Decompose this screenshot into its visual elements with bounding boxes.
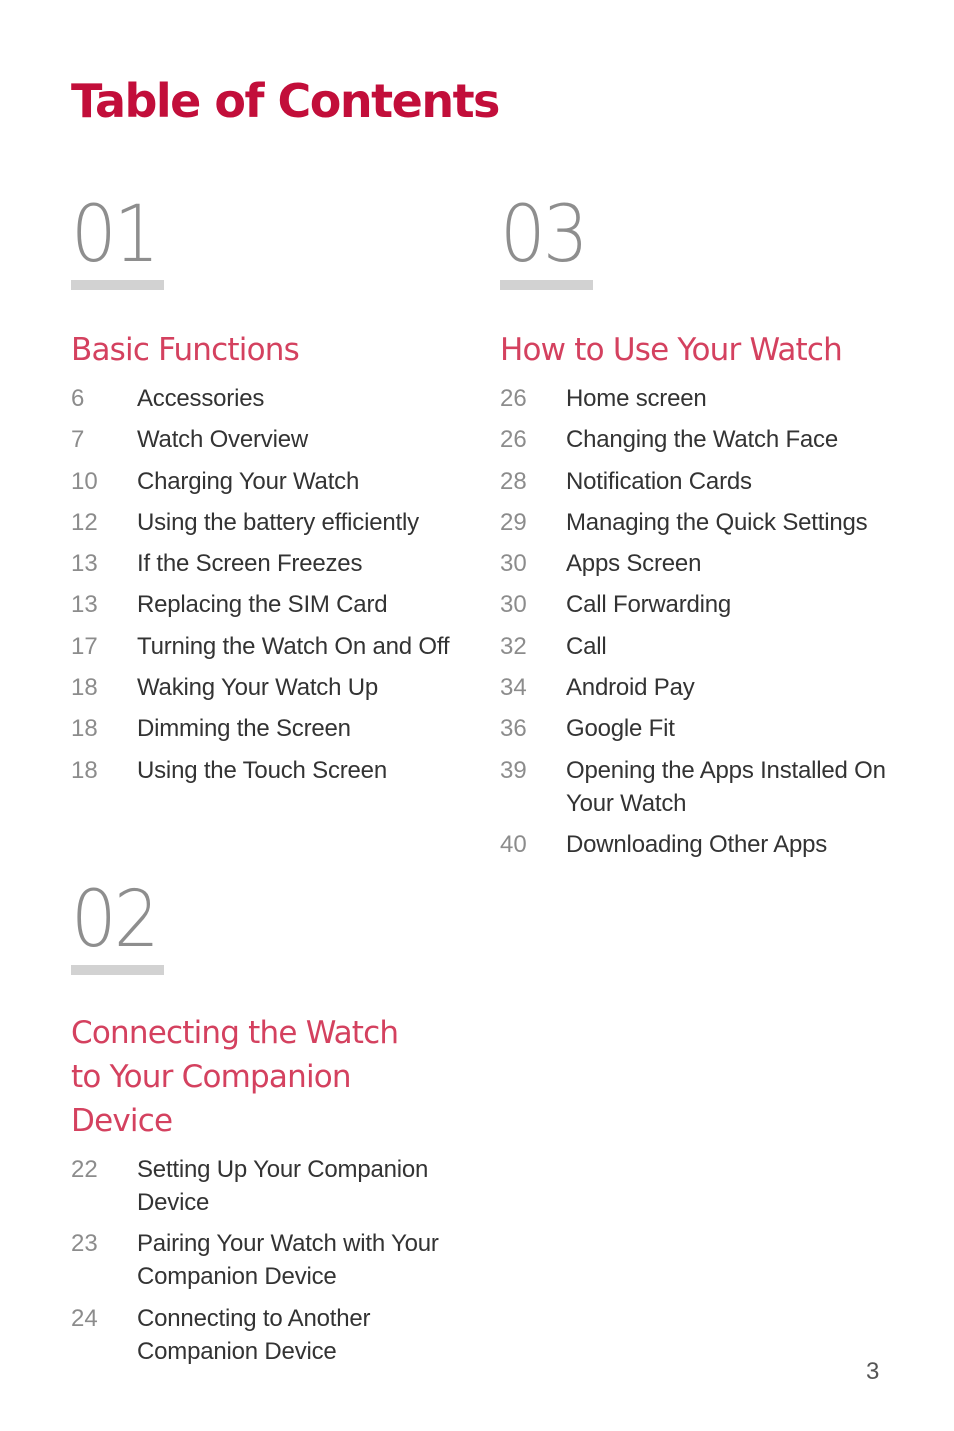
toc-entry-list: 22 Setting Up Your Companion Device 23 Pair…	[71, 1153, 461, 1368]
toc-entry-title[interactable]: Setting Up Your Companion Device	[137, 1153, 461, 1219]
toc-entry-page: 22	[71, 1156, 98, 1183]
toc-entry-page: 36	[500, 715, 527, 743]
section-divider-bar	[71, 280, 164, 290]
toc-entry-title[interactable]: Connecting to Another Companion Device	[137, 1302, 461, 1368]
toc-entry-title[interactable]: Replacing the SIM Card	[137, 588, 471, 621]
toc-entry-title[interactable]: Opening the Apps Installed On Your Watch	[566, 754, 900, 820]
toc-entry-page: 30	[500, 550, 527, 578]
toc-entry[interactable]: 30 Apps Screen	[500, 547, 900, 580]
toc-entry-title[interactable]: Home screen	[566, 382, 900, 415]
section-connecting: 02 Connecting the Watch to Your Companio…	[71, 881, 461, 1376]
toc-entry[interactable]: 18 Dimming the Screen	[71, 712, 471, 745]
toc-entry[interactable]: 40 Downloading Other Apps	[500, 828, 900, 861]
toc-entry-page: 26	[500, 426, 527, 454]
toc-entry-page: 39	[500, 756, 527, 784]
toc-entry-title[interactable]: Google Fit	[566, 712, 900, 745]
toc-entry-page: 13	[71, 591, 98, 619]
toc-entry[interactable]: 18 Using the Touch Screen	[71, 754, 471, 787]
toc-entry-page: 7	[71, 426, 85, 454]
toc-entry[interactable]: 12 Using the battery efficiently	[71, 506, 471, 539]
section-divider-bar	[71, 965, 164, 975]
toc-entry-page: 10	[71, 467, 98, 495]
toc-entry-page: 32	[500, 632, 527, 660]
toc-entry[interactable]: 29 Managing the Quick Settings	[500, 506, 900, 539]
toc-entry-page: 34	[500, 674, 527, 702]
section-title: Basic Functions	[71, 332, 300, 368]
toc-entry-page: 18	[71, 715, 98, 743]
toc-entry[interactable]: 13 If the Screen Freezes	[71, 547, 471, 580]
toc-entry[interactable]: 18 Waking Your Watch Up	[71, 671, 471, 704]
page-title: Table of Contents	[71, 74, 500, 128]
toc-entry-title[interactable]: Android Pay	[566, 671, 900, 704]
toc-entry[interactable]: 28 Notification Cards	[500, 465, 900, 498]
toc-entry-page: 18	[71, 674, 98, 702]
toc-entry[interactable]: 7 Watch Overview	[71, 423, 471, 456]
toc-entry-page: 18	[71, 756, 98, 784]
toc-entry-title[interactable]: Using the battery efficiently	[137, 506, 471, 539]
toc-entry-title[interactable]: Turning the Watch On and Off	[137, 630, 471, 663]
toc-entry-title[interactable]: Using the Touch Screen	[137, 754, 471, 787]
toc-entry-title[interactable]: Notification Cards	[566, 465, 900, 498]
section-title: Connecting the Watch to Your Companion D…	[71, 1015, 399, 1139]
toc-entry-title[interactable]: Changing the Watch Face	[566, 423, 900, 456]
toc-entry-page: 26	[500, 385, 527, 412]
toc-entry[interactable]: 26 Home screen	[500, 382, 900, 415]
section-number: 03	[500, 190, 589, 280]
toc-entry-page: 23	[71, 1230, 98, 1258]
toc-entry[interactable]: 10 Charging Your Watch	[71, 465, 471, 498]
toc-entry-title[interactable]: Call	[566, 630, 900, 663]
toc-entry-page: 12	[71, 508, 98, 536]
toc-entry-title[interactable]: Pairing Your Watch with Your Companion D…	[137, 1227, 461, 1293]
toc-entry[interactable]: 22 Setting Up Your Companion Device	[71, 1153, 461, 1219]
toc-entry[interactable]: 26 Changing the Watch Face	[500, 423, 900, 456]
toc-entry-title[interactable]: Call Forwarding	[566, 588, 900, 621]
toc-entry[interactable]: 39 Opening the Apps Installed On Your Wat…	[500, 754, 900, 820]
toc-entry[interactable]: 30 Call Forwarding	[500, 588, 900, 621]
toc-entry[interactable]: 13 Replacing the SIM Card	[71, 588, 471, 621]
toc-entry-list: 6 Accessories 7 Watch Overview 10 Charging Yo…	[71, 382, 471, 787]
toc-entry-title[interactable]: Managing the Quick Settings	[566, 506, 900, 539]
toc-entry-page: 28	[500, 467, 527, 495]
section-title: How to Use Your Watch	[500, 332, 843, 368]
page-number: 3	[866, 1358, 880, 1385]
toc-entry-title[interactable]: Charging Your Watch	[137, 465, 471, 498]
toc-entry-title[interactable]: If the Screen Freezes	[137, 547, 471, 580]
toc-entry-title[interactable]: Accessories	[137, 382, 471, 415]
section-number: 02	[71, 875, 160, 965]
toc-entry[interactable]: 24 Connecting to Another Companion Device	[71, 1302, 461, 1368]
toc-entry[interactable]: 17 Turning the Watch On and Off	[71, 630, 471, 663]
toc-entry-page: 29	[500, 508, 527, 536]
toc-entry-page: 40	[500, 830, 527, 858]
toc-entry-title[interactable]: Downloading Other Apps	[566, 828, 900, 861]
toc-entry-title[interactable]: Waking Your Watch Up	[137, 671, 471, 704]
toc-entry[interactable]: 34 Android Pay	[500, 671, 900, 704]
toc-entry[interactable]: 6 Accessories	[71, 382, 471, 415]
toc-entry-title[interactable]: Apps Screen	[566, 547, 900, 580]
toc-entry-title[interactable]: Watch Overview	[137, 423, 471, 456]
toc-entry-page: 24	[71, 1304, 98, 1332]
toc-entry[interactable]: 32 Call	[500, 630, 900, 663]
toc-entry-page: 6	[71, 385, 85, 412]
toc-entry-page: 13	[71, 550, 98, 578]
toc-entry-page: 17	[71, 632, 98, 660]
section-number: 01	[71, 190, 160, 280]
toc-entry-title[interactable]: Dimming the Screen	[137, 712, 471, 745]
section-how-to-use: 03 How to Use Your Watch 26 Home screen 26…	[500, 196, 900, 869]
toc-entry-page: 30	[500, 591, 527, 619]
section-divider-bar	[500, 280, 593, 290]
toc-entry[interactable]: 36 Google Fit	[500, 712, 900, 745]
toc-entry-list: 26 Home screen 26 Changing the Watch Face 28…	[500, 382, 900, 861]
section-basic-functions: 01 Basic Functions 6 Accessories 7 Watch Ov…	[71, 196, 471, 795]
toc-entry[interactable]: 23 Pairing Your Watch with Your Companion…	[71, 1227, 461, 1293]
